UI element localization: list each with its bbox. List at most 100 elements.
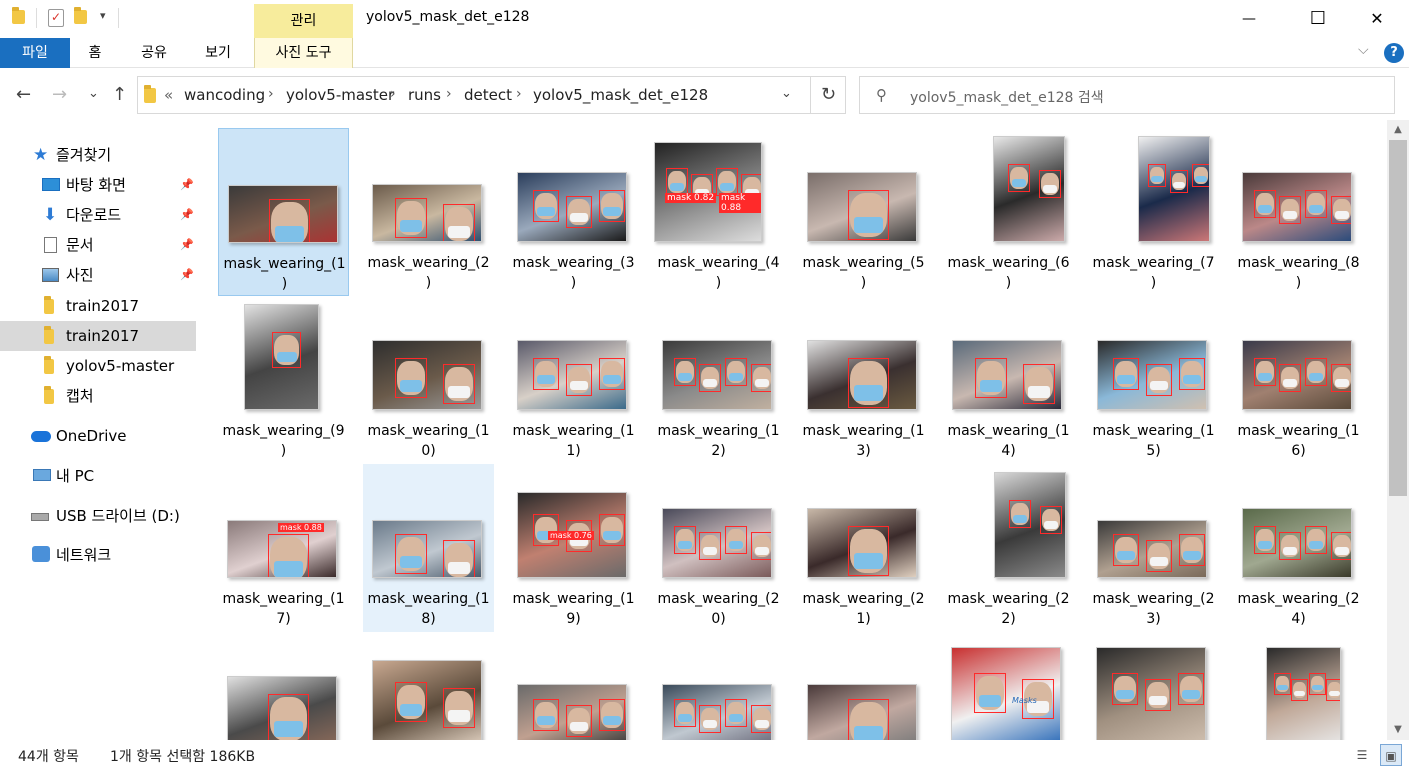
breadcrumb-separator[interactable]: › bbox=[390, 86, 396, 102]
image-thumbnail bbox=[1242, 340, 1352, 410]
download-icon: ⬇ bbox=[43, 205, 58, 225]
quick-access[interactable]: ★ 즐겨찾기 bbox=[0, 140, 196, 170]
address-bar[interactable]: « wancoding › yolov5-master › runs › det… bbox=[137, 76, 846, 114]
expand-ribbon-icon[interactable]: ⌵ bbox=[1358, 42, 1369, 58]
breadcrumb-separator[interactable]: › bbox=[446, 86, 452, 102]
file-item[interactable]: mask_wearing_(1 1) bbox=[508, 296, 639, 464]
pin-icon: 📌 bbox=[180, 238, 194, 251]
properties-icon[interactable]: ✓ bbox=[48, 9, 64, 27]
scrollbar-thumb[interactable] bbox=[1389, 140, 1407, 496]
file-item[interactable]: mask_wearing_(1 0) bbox=[363, 296, 494, 464]
breadcrumb-overflow[interactable]: « bbox=[164, 86, 173, 104]
scroll-down-icon[interactable]: ▼ bbox=[1387, 724, 1409, 735]
file-name: mask_wearing_(2 1) bbox=[798, 589, 929, 629]
sidebar-item-train2017-selected[interactable]: train2017 bbox=[0, 321, 196, 351]
file-item[interactable]: mask 0.88 mask_wearing_(1 7) bbox=[218, 464, 349, 632]
file-item[interactable]: mask_wearing_(1 8) bbox=[363, 464, 494, 632]
file-item[interactable]: mask_wearing_(6) bbox=[943, 128, 1074, 296]
close-button[interactable]: ✕ bbox=[1354, 0, 1400, 38]
detection-box bbox=[975, 358, 1007, 398]
file-item[interactable]: mask_wearing_(2 3) bbox=[1088, 464, 1219, 632]
file-name-line: mask_wearing_(6 bbox=[947, 255, 1070, 271]
file-item[interactable]: mask_wearing_(2 2) bbox=[943, 464, 1074, 632]
maximize-button[interactable]: ☐ bbox=[1295, 0, 1341, 38]
file-item[interactable]: mask_wearing_(2 1) bbox=[798, 464, 929, 632]
sidebar-item-onedrive[interactable]: OneDrive bbox=[0, 421, 196, 451]
sidebar-item-downloads[interactable]: ⬇ 다운로드 📌 bbox=[0, 200, 196, 230]
vertical-scrollbar[interactable]: ▲ ▼ bbox=[1387, 120, 1409, 740]
new-folder-icon[interactable] bbox=[74, 7, 90, 26]
sidebar-item-usb-drive[interactable]: USB 드라이브 (D:) bbox=[0, 501, 196, 531]
search-box[interactable]: ⚲ yolov5_mask_det_e128 검색 bbox=[859, 76, 1395, 114]
detection-box bbox=[1279, 196, 1301, 224]
sidebar-item-network[interactable]: 네트워크 bbox=[0, 540, 196, 570]
file-item[interactable]: mask_wearing_(1) bbox=[218, 128, 349, 296]
file-item[interactable] bbox=[508, 632, 639, 740]
file-item[interactable]: mask_wearing_(1 4) bbox=[943, 296, 1074, 464]
file-item[interactable]: mask_wearing_(5) bbox=[798, 128, 929, 296]
file-item[interactable] bbox=[218, 632, 349, 740]
up-button[interactable]: ↑ bbox=[112, 84, 127, 105]
sidebar-item-capture[interactable]: 캡처 bbox=[0, 381, 196, 411]
sidebar-item-yolov5-master[interactable]: yolov5-master bbox=[0, 351, 196, 381]
file-item[interactable]: mask_wearing_(1 6) bbox=[1233, 296, 1364, 464]
tab-file[interactable]: 파일 bbox=[0, 38, 70, 68]
file-name-line: ) bbox=[715, 275, 722, 291]
detection-box bbox=[1192, 164, 1209, 187]
address-dropdown-icon[interactable]: ⌄ bbox=[781, 86, 792, 101]
customize-toolbar-icon[interactable]: ▾ bbox=[100, 9, 106, 22]
sidebar-item-pictures[interactable]: 사진 📌 bbox=[0, 260, 196, 290]
breadcrumb-separator[interactable]: › bbox=[268, 86, 274, 102]
breadcrumb-item[interactable]: runs bbox=[408, 86, 441, 104]
file-item[interactable]: mask 0.82 mask 0.88 mask_wearing_(4) bbox=[653, 128, 784, 296]
file-item[interactable]: mask_wearing_(3) bbox=[508, 128, 639, 296]
large-icons-view-icon[interactable]: ▣ bbox=[1380, 744, 1402, 766]
file-item[interactable]: Masks bbox=[943, 632, 1074, 740]
tab-view[interactable]: 보기 bbox=[198, 38, 238, 68]
file-item[interactable] bbox=[363, 632, 494, 740]
file-item[interactable]: mask_wearing_(2) bbox=[363, 128, 494, 296]
detection-box bbox=[443, 688, 475, 728]
sidebar-item-documents[interactable]: 문서 📌 bbox=[0, 230, 196, 260]
breadcrumb-item[interactable]: detect bbox=[464, 86, 512, 104]
sidebar-item-label: USB 드라이브 (D:) bbox=[56, 507, 180, 525]
file-item[interactable] bbox=[1088, 632, 1219, 740]
sidebar-item-this-pc[interactable]: 내 PC bbox=[0, 461, 196, 491]
file-name-line: mask_wearing_(1 bbox=[367, 591, 490, 607]
forward-button[interactable]: → bbox=[52, 84, 67, 105]
file-item[interactable]: mask 0.76 mask_wearing_(1 9) bbox=[508, 464, 639, 632]
file-item[interactable]: mask_wearing_(2 0) bbox=[653, 464, 784, 632]
sidebar-item-desktop[interactable]: 바탕 화면 📌 bbox=[0, 170, 196, 200]
file-item[interactable]: mask_wearing_(8) bbox=[1233, 128, 1364, 296]
search-input[interactable]: yolov5_mask_det_e128 검색 bbox=[910, 87, 1104, 107]
breadcrumb-item[interactable]: wancoding bbox=[184, 86, 265, 104]
back-button[interactable]: ← bbox=[16, 84, 31, 105]
detection-box bbox=[699, 364, 721, 392]
tab-home[interactable]: 홈 bbox=[80, 38, 110, 68]
file-item[interactable] bbox=[1233, 632, 1364, 740]
recent-locations-button[interactable]: ⌄ bbox=[88, 86, 99, 101]
file-item[interactable] bbox=[798, 632, 929, 740]
help-button[interactable]: ? bbox=[1384, 43, 1404, 63]
file-item[interactable]: mask_wearing_(9) bbox=[218, 296, 349, 464]
file-item[interactable]: mask_wearing_(2 4) bbox=[1233, 464, 1364, 632]
breadcrumb-item[interactable]: yolov5_mask_det_e128 bbox=[533, 86, 708, 104]
scroll-up-icon[interactable]: ▲ bbox=[1387, 124, 1409, 135]
file-item[interactable]: mask_wearing_(1 2) bbox=[653, 296, 784, 464]
tab-picture-tools[interactable]: 사진 도구 bbox=[254, 38, 353, 68]
breadcrumb-separator[interactable]: › bbox=[516, 86, 522, 102]
file-item[interactable]: mask_wearing_(7) bbox=[1088, 128, 1219, 296]
minimize-button[interactable]: — bbox=[1226, 0, 1272, 38]
refresh-button[interactable]: ↻ bbox=[810, 77, 846, 113]
file-name: mask_wearing_(9) bbox=[218, 421, 349, 461]
details-view-icon[interactable]: ☰ bbox=[1351, 744, 1373, 766]
image-thumbnail bbox=[517, 684, 627, 740]
tab-share[interactable]: 공유 bbox=[134, 38, 174, 68]
breadcrumb-item[interactable]: yolov5-master bbox=[286, 86, 394, 104]
sidebar-item-train2017[interactable]: train2017 bbox=[0, 291, 196, 321]
file-item[interactable] bbox=[653, 632, 784, 740]
detection-box bbox=[566, 196, 592, 228]
tab-manage[interactable]: 관리 bbox=[254, 4, 353, 38]
file-item[interactable]: mask_wearing_(1 5) bbox=[1088, 296, 1219, 464]
file-item[interactable]: mask_wearing_(1 3) bbox=[798, 296, 929, 464]
